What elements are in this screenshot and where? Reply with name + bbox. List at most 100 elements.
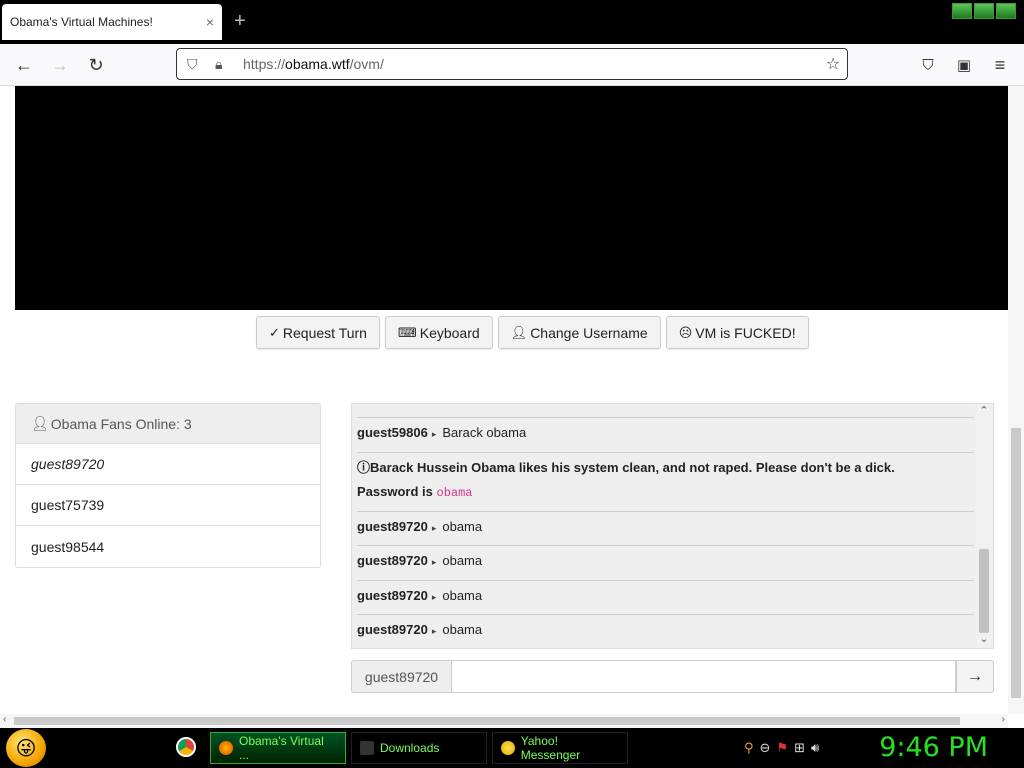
chat-text: obama [442,622,483,637]
online-users-panel: 👤︎ Obama Fans Online: 3 guest89720 guest… [15,403,321,568]
chat-scrollbar[interactable]: ⌃ ⌄ [975,404,993,648]
arrow-icon: ▸ [431,592,437,602]
yahoo-messenger-icon [501,741,515,755]
back-arrow-icon[interactable]: ← [12,54,36,76]
user-list-item[interactable]: guest75739 [16,485,320,526]
start-button-smiley-icon[interactable]: 😜︎ [6,729,46,767]
chat-username: guest89720 [357,553,428,568]
chevron-left-icon[interactable]: ‹ [3,714,6,725]
taskbar-item-label: Downloads [380,741,440,755]
page-vertical-scrollbar[interactable] [1008,86,1024,714]
arrow-icon: ▸ [431,557,437,567]
chat-scroll-thumb[interactable] [979,549,989,633]
taskbar-item-label: Yahoo! Messenger [520,734,581,762]
chat-message: guest89720 ▸ obama [357,615,974,648]
page-horizontal-scrollbar[interactable]: ‹ › [0,714,1008,728]
password-value: obama [436,486,473,500]
minimize-button[interactable] [952,3,972,19]
request-turn-button[interactable]: ✓ Request Turn [256,316,380,349]
taskbar-item-firefox[interactable]: Obama's Virtual ... [210,732,346,764]
chat-username: guest89720 [357,519,428,534]
chat-text: obama [442,519,483,534]
keyboard-icon: ⌨ [397,324,417,340]
network-icon[interactable]: ⊞ [794,740,805,756]
user-list-item[interactable]: guest89720 [16,444,320,485]
vm-button-row: ✓ Request Turn ⌨ Keyboard 👤︎ Change User… [256,316,809,349]
chevron-up-icon[interactable]: ⌃ [975,404,993,420]
close-window-button[interactable] [996,3,1016,19]
action-center-icon[interactable]: ⚑ [776,740,788,756]
chat-message: guest89720 ▸ obama [357,546,974,581]
volume-icon[interactable]: 🔊︎ [811,740,819,756]
url-text[interactable]: https://obama.wtf/ovm/ [243,56,819,72]
tab-close-button[interactable]: × [206,14,214,30]
page-scroll-thumb[interactable] [1011,428,1021,698]
extension-icon[interactable]: ▣ [952,54,976,76]
keyboard-label: Keyboard [419,324,480,341]
shield-icon[interactable]: ⛉ [187,56,207,73]
keyboard-button[interactable]: ⌨ Keyboard [384,316,493,349]
url-path: /ovm/ [349,56,384,72]
frown-icon: ☹ [678,324,693,340]
chat-messages: guest59806 ▸ Barack obama ⓘBarack Hussein … [352,404,976,648]
chat-text: obama [442,553,483,568]
maximize-button[interactable] [974,3,994,19]
change-username-button[interactable]: 👤︎ Change Username [497,316,661,349]
chevron-down-icon[interactable]: ⌄ [975,632,993,648]
search-icon[interactable]: ⚲ [744,740,754,756]
taskbar: 😜︎ Obama's Virtual ... Downloads Yahoo! … [0,728,1024,768]
vm-display[interactable] [15,86,1009,310]
chat-username: guest89720 [357,622,428,637]
checkmark-icon: ✓ [269,324,280,340]
vm-fucked-button[interactable]: ☹ VM is FUCKED! [665,316,809,349]
user-icon: 👤︎ [31,415,49,431]
chat-text: Barack obama [442,425,527,440]
horizontal-scroll-thumb[interactable] [14,717,960,725]
url-scheme: https:// [243,56,286,72]
reload-icon[interactable]: ↻ [84,54,108,76]
arrow-icon: ▸ [431,523,437,533]
taskbar-item-yahoo[interactable]: Yahoo! Messenger [492,732,628,764]
system-tray: ⚲ ⊖ ⚑ ⊞ 🔊︎ [744,740,819,756]
user-edit-icon: 👤︎ [510,324,528,340]
arrow-icon: ▸ [431,626,437,636]
tab-strip: Obama's Virtual Machines! × + [0,0,1024,44]
chat-message-input[interactable] [452,660,956,693]
menu-icon[interactable]: ≡ [988,54,1012,76]
pocket-icon[interactable]: ⛉ [916,54,940,76]
firefox-icon [219,741,233,755]
browser-tab[interactable]: Obama's Virtual Machines! × [2,4,222,40]
chat-message: guest89720 ▸ obama [357,581,974,615]
chat-message: guest89720 ▸ obama [357,512,974,546]
clock[interactable]: 9:46 PM [879,732,988,763]
chat-system-message: ⓘBarack Hussein Obama likes his system c… [357,453,974,512]
chat-message: guest59806 ▸ Barack obama [357,418,974,453]
taskbar-item-label: Obama's Virtual ... [238,734,324,762]
status-icon[interactable]: ⊖ [760,740,771,756]
arrow-icon: ▸ [431,429,437,439]
password-label: Password is [357,484,433,499]
new-tab-button[interactable]: + [234,10,246,33]
taskbar-item-downloads[interactable]: Downloads [351,732,487,764]
lock-icon[interactable]: 🔒︎ [215,56,235,73]
forward-arrow-icon[interactable]: → [48,54,72,76]
chrome-icon[interactable] [176,737,196,757]
chat-text: obama [442,588,483,603]
nav-bar: ← → ↻ ⛉ 🔒︎ https://obama.wtf/ovm/ ☆ ⛉ ▣ … [0,44,1024,86]
online-users-header: 👤︎ Obama Fans Online: 3 [16,404,320,444]
tab-title: Obama's Virtual Machines! [10,15,153,29]
request-turn-label: Request Turn [282,324,367,341]
chat-username: guest59806 [357,425,428,440]
user-list-item[interactable]: guest98544 [16,526,320,567]
info-icon: ⓘ [357,460,371,475]
chat-username: guest89720 [357,588,428,603]
window-controls [952,3,1016,19]
address-bar[interactable]: ⛉ 🔒︎ https://obama.wtf/ovm/ ☆ [176,48,848,80]
chevron-right-icon[interactable]: › [1002,714,1005,725]
chat-message-clipped [357,404,974,418]
send-button[interactable]: → [956,660,994,693]
bookmark-star-icon[interactable]: ☆ [819,54,847,74]
chat-input-group: guest89720 → [351,660,994,693]
url-host: obama.wtf [285,56,350,72]
system-text: Barack Hussein Obama likes his system cl… [370,460,895,475]
